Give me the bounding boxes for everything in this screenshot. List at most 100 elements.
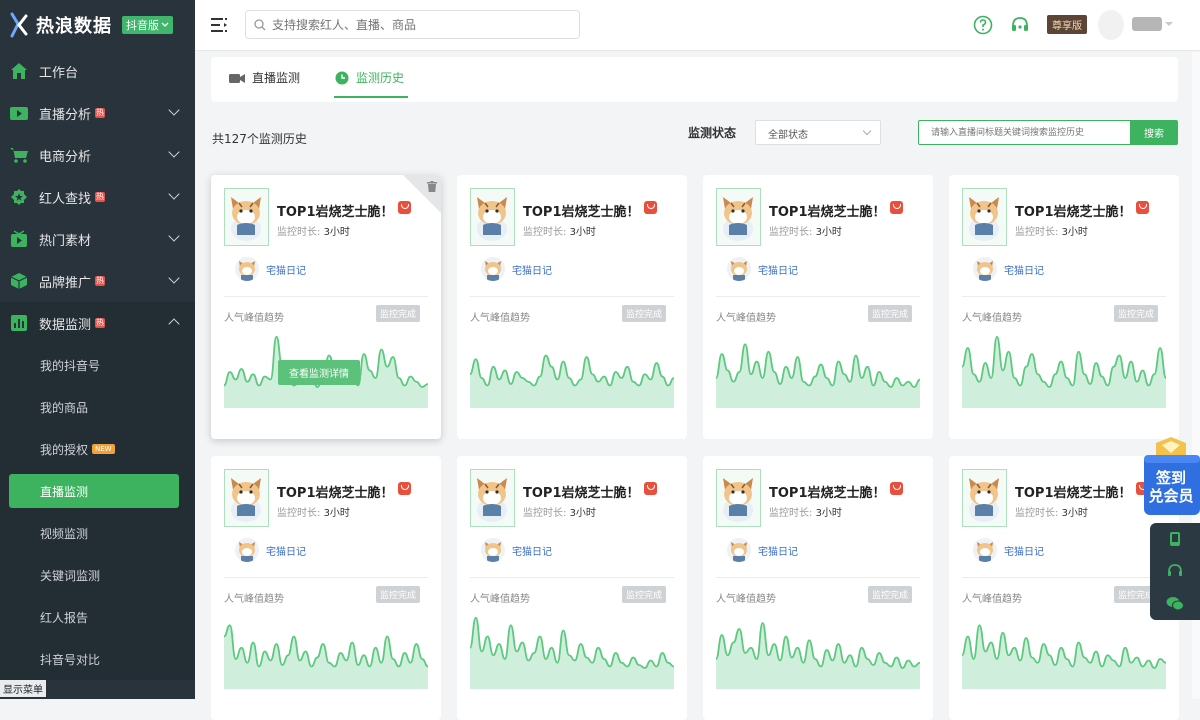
monitor-card[interactable]: TOP1岩烧芝士脆！ 监控时长: 3小时 宅猫日记 人气峰值趋势 监控完成 <box>703 456 933 720</box>
tab-monitor-history[interactable]: 监测历史 <box>335 69 404 86</box>
submenu-item-3[interactable]: 直播监测 <box>9 474 179 508</box>
status-filter-label: 监测状态 <box>688 126 737 140</box>
anchor-name[interactable]: 宅猫日记 <box>512 262 552 277</box>
anchor-avatar[interactable] <box>973 257 997 281</box>
help-icon[interactable] <box>973 15 993 35</box>
vip-badge[interactable]: 尊享版 <box>1047 15 1087 34</box>
anchor-name[interactable]: 宅猫日记 <box>512 543 552 558</box>
submenu-item-1[interactable]: 我的商品 <box>0 386 195 428</box>
cube-icon <box>9 271 29 291</box>
live-thumbnail[interactable] <box>716 469 761 527</box>
global-search-input[interactable] <box>272 17 562 32</box>
submenu-item-4[interactable]: 视频监测 <box>0 512 195 554</box>
trend-label: 人气峰值趋势 <box>962 313 1022 324</box>
popularity-sparkline <box>470 354 674 408</box>
phone-tool[interactable] <box>1150 523 1200 555</box>
menu-toggle-icon[interactable] <box>211 17 229 33</box>
submenu-item-2[interactable]: 我的授权 NEW <box>0 428 195 470</box>
sidebar-item-1[interactable]: 直播分析热 <box>0 92 195 134</box>
divider <box>470 296 674 297</box>
sidebar-item-3[interactable]: 红人查找热 <box>0 176 195 218</box>
monitor-card[interactable]: TOP1岩烧芝士脆！ 监控时长: 3小时 宅猫日记 人气峰值趋势 监控完成 <box>457 456 687 720</box>
tabs-panel: 直播监测 监测历史 <box>211 57 1178 102</box>
user-avatar[interactable] <box>1098 10 1124 40</box>
status-badge: 监控完成 <box>1114 305 1159 322</box>
edition-dropdown[interactable]: 抖音版 <box>122 16 173 34</box>
sidebar-item-2[interactable]: 电商分析 <box>0 134 195 176</box>
global-search[interactable] <box>245 10 580 39</box>
caret-down-icon[interactable] <box>1165 22 1173 26</box>
anchor-avatar[interactable] <box>481 257 505 281</box>
trash-icon[interactable] <box>427 181 437 192</box>
live-thumbnail[interactable] <box>470 188 515 246</box>
sign-in-promo[interactable]: 签到 兑会员 <box>1142 435 1200 515</box>
live-thumbnail[interactable] <box>470 469 515 527</box>
duration-label: 监控时长: <box>1015 508 1059 519</box>
anchor-name[interactable]: 宅猫日记 <box>266 543 306 558</box>
search-icon <box>254 18 266 30</box>
sidebar-item-5[interactable]: 品牌推广热 <box>0 260 195 302</box>
show-menu-button[interactable]: 显示菜单 <box>0 680 46 697</box>
shopping-bag-icon <box>644 482 657 495</box>
status-badge: 监控完成 <box>376 586 421 603</box>
live-thumbnail[interactable] <box>962 188 1007 246</box>
edition-label: 抖音版 <box>126 19 159 32</box>
monitor-card[interactable]: TOP1岩烧芝士脆！ 监控时长: 3小时 宅猫日记 人气峰值趋势 监控完成 <box>703 175 933 439</box>
monitor-card[interactable]: TOP1岩烧芝士脆！ 监控时长: 3小时 宅猫日记 人气峰值趋势 监控完成 查看监测详情 <box>211 175 441 439</box>
live-tv-icon <box>9 103 29 123</box>
view-detail-button[interactable]: 查看监测详情 <box>278 360 360 385</box>
sidebar-item-0[interactable]: 工作台 <box>0 50 195 92</box>
divider <box>716 577 920 578</box>
anchor-name[interactable]: 宅猫日记 <box>1004 543 1044 558</box>
user-name[interactable] <box>1132 17 1162 31</box>
live-thumbnail[interactable] <box>716 188 761 246</box>
keyword-search-input[interactable] <box>918 120 1130 145</box>
status-badge: 监控完成 <box>622 305 667 322</box>
wechat-tool[interactable] <box>1150 587 1200 619</box>
anchor-name[interactable]: 宅猫日记 <box>758 262 798 277</box>
anchor-avatar[interactable] <box>481 538 505 562</box>
tab-live-monitor[interactable]: 直播监测 <box>229 69 300 86</box>
sidebar-item-6[interactable]: 数据监测热 <box>0 302 195 344</box>
search-button[interactable]: 搜索 <box>1130 120 1178 145</box>
monitor-card[interactable]: TOP1岩烧芝士脆！ 监控时长: 3小时 宅猫日记 人气峰值趋势 监控完成 <box>949 175 1179 439</box>
submenu-item-6[interactable]: 红人报告 <box>0 596 195 638</box>
status-filter-select[interactable]: 全部状态 <box>755 120 881 145</box>
status-badge: 监控完成 <box>376 305 421 322</box>
customer-service-icon[interactable] <box>1010 15 1030 35</box>
popularity-sparkline <box>470 616 674 689</box>
sparkline-area <box>470 617 674 689</box>
duration-value: 3小时 <box>569 227 596 238</box>
anchor-name[interactable]: 宅猫日记 <box>758 543 798 558</box>
service-tool[interactable] <box>1150 555 1200 587</box>
trend-label: 人气峰值趋势 <box>716 594 776 605</box>
submenu-item-label: 我的商品 <box>40 400 89 415</box>
sidebar-item-4[interactable]: 热门素材 <box>0 218 195 260</box>
submenu-item-5[interactable]: 关键词监测 <box>0 554 195 596</box>
live-title[interactable]: TOP1岩烧芝士脆！ <box>277 201 394 220</box>
live-title[interactable]: TOP1岩烧芝士脆！ <box>769 201 886 220</box>
camera-icon <box>229 73 245 83</box>
chevron-down-icon <box>168 230 180 242</box>
monitor-card[interactable]: TOP1岩烧芝士脆！ 监控时长: 3小时 宅猫日记 人气峰值趋势 监控完成 <box>211 456 441 720</box>
live-thumbnail[interactable] <box>224 469 269 527</box>
anchor-avatar[interactable] <box>973 538 997 562</box>
live-title[interactable]: TOP1岩烧芝士脆！ <box>523 201 640 220</box>
submenu-item-7[interactable]: 抖音号对比 <box>0 638 195 680</box>
live-thumbnail[interactable] <box>962 469 1007 527</box>
live-title[interactable]: TOP1岩烧芝士脆！ <box>1015 482 1132 501</box>
anchor-avatar[interactable] <box>727 538 751 562</box>
anchor-avatar[interactable] <box>235 257 259 281</box>
live-thumbnail[interactable] <box>224 188 269 246</box>
monitor-card[interactable]: TOP1岩烧芝士脆！ 监控时长: 3小时 宅猫日记 人气峰值趋势 监控完成 <box>457 175 687 439</box>
live-title[interactable]: TOP1岩烧芝士脆！ <box>523 482 640 501</box>
anchor-name[interactable]: 宅猫日记 <box>1004 262 1044 277</box>
submenu-item-0[interactable]: 我的抖音号 <box>0 344 195 386</box>
anchor-avatar[interactable] <box>727 257 751 281</box>
anchor-avatar[interactable] <box>235 538 259 562</box>
live-title[interactable]: TOP1岩烧芝士脆！ <box>769 482 886 501</box>
anchor-name[interactable]: 宅猫日记 <box>266 262 306 277</box>
app-logo[interactable]: 热浪数据 抖音版 <box>0 0 195 50</box>
live-title[interactable]: TOP1岩烧芝士脆！ <box>277 482 394 501</box>
live-title[interactable]: TOP1岩烧芝士脆！ <box>1015 201 1132 220</box>
